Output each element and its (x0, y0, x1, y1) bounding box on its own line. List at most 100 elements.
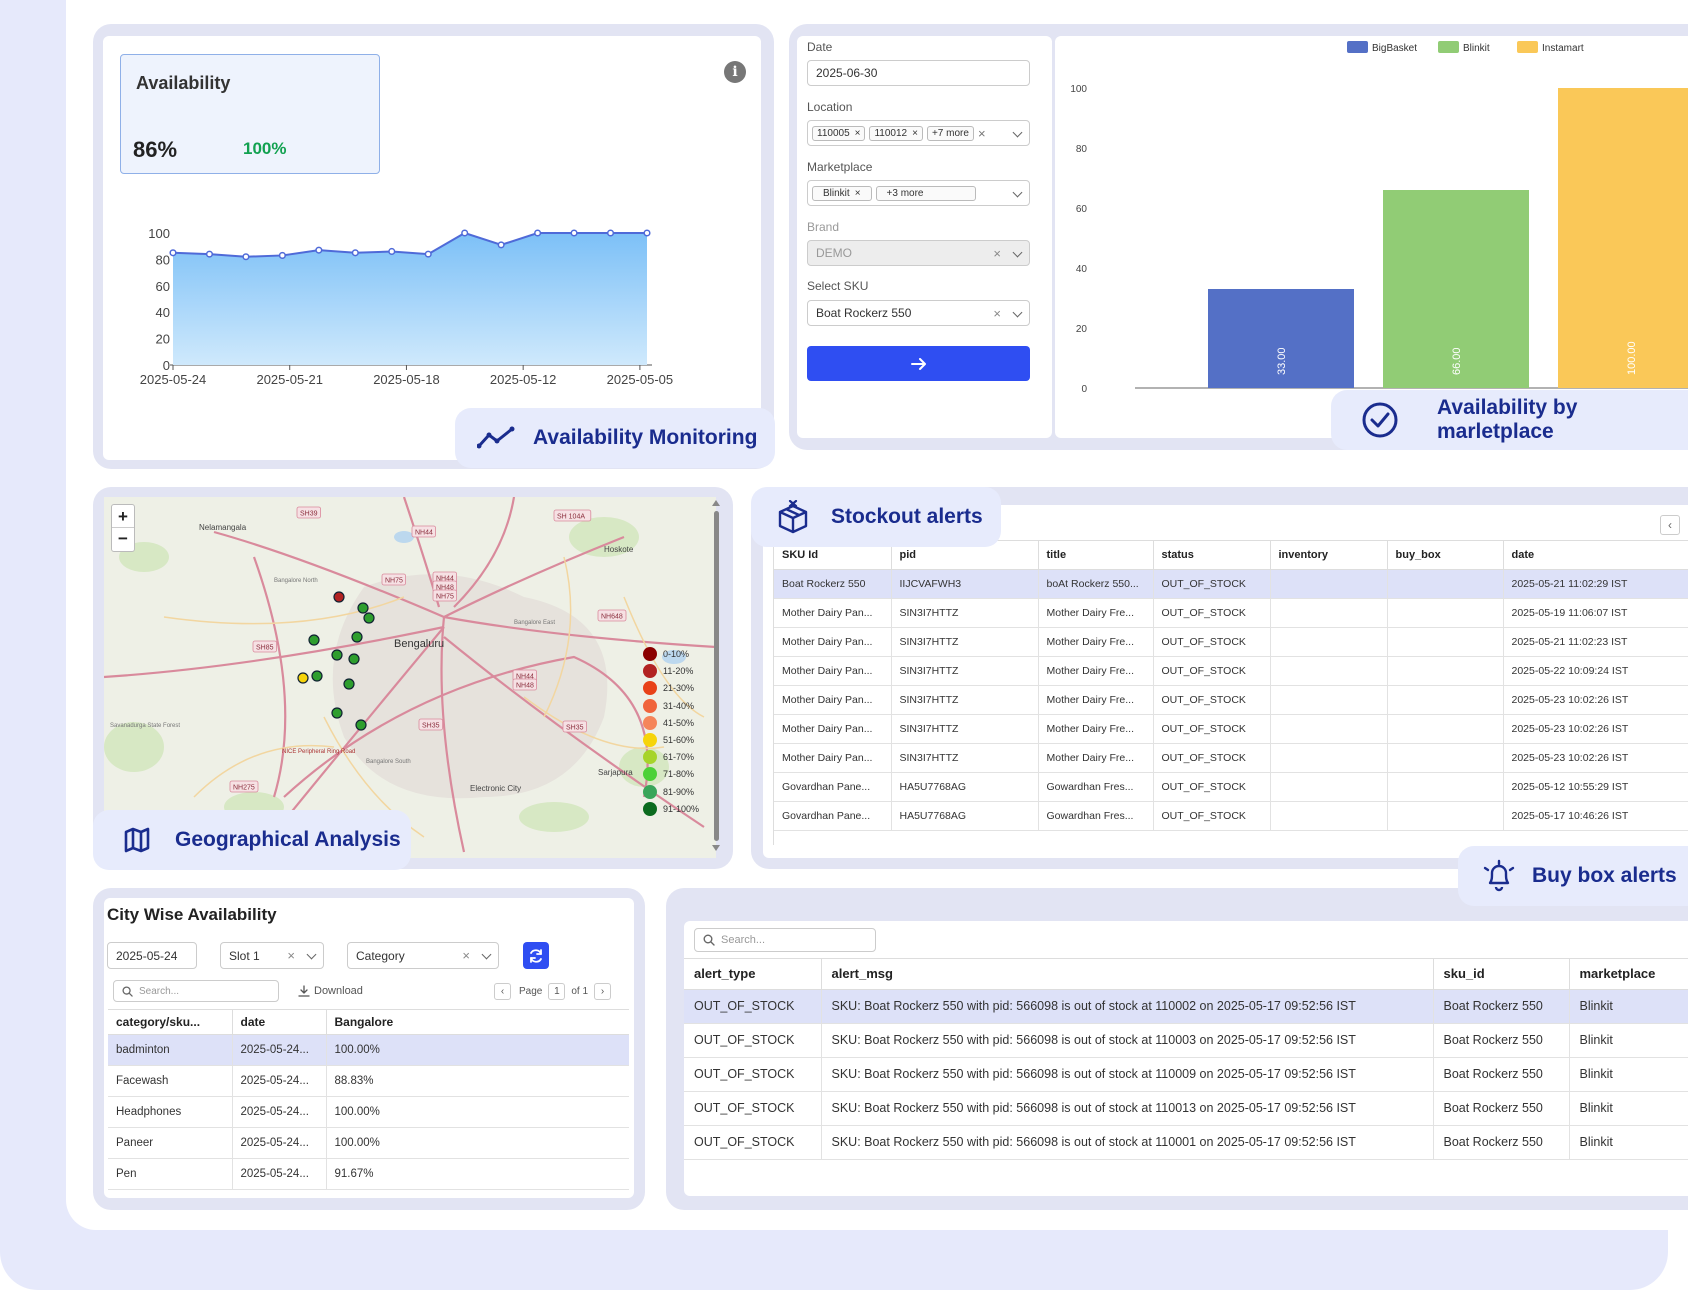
y-tick-label: 40 (1076, 264, 1088, 275)
category-select[interactable]: Category × (347, 942, 499, 969)
clear-icon[interactable]: × (462, 948, 470, 963)
column-header[interactable]: date (1503, 541, 1688, 570)
table-cell: 2025-05-23 10:02:26 IST (1503, 743, 1688, 773)
info-icon[interactable]: i (724, 61, 746, 83)
buybox-row[interactable]: OUT_OF_STOCK SKU: Boat Rockerz 550 with p… (684, 1057, 1688, 1092)
legend-dot (643, 750, 657, 765)
column-header[interactable]: alert_msg (821, 959, 1434, 990)
next-page-button[interactable]: › (594, 983, 612, 1000)
city-title: City Wise Availability (107, 905, 277, 924)
clear-icon[interactable]: × (993, 306, 1001, 321)
column-header[interactable]: date (232, 1010, 327, 1035)
table-cell: OUT_OF_STOCK (684, 1125, 822, 1160)
table-cell: 2025-05-22 10:09:24 IST (1503, 656, 1688, 686)
clear-icon[interactable]: × (993, 246, 1001, 261)
column-header[interactable]: category/sku... (108, 1010, 233, 1035)
scroll-down-icon[interactable] (712, 845, 720, 851)
column-header[interactable]: buy_box (1387, 541, 1504, 570)
stockout-row[interactable]: Boat Rockerz 550 IIJCVAFWH3 boAt Rockerz 5… (774, 569, 1688, 599)
legend-label: 61-70% (663, 752, 695, 763)
refresh-button[interactable] (523, 942, 549, 969)
submit-button[interactable] (807, 346, 1030, 381)
marketplace-select[interactable]: Blinkit × +3 more (807, 180, 1030, 206)
stockout-row[interactable]: Mother Dairy Pan... SIN3I7HTTZ Mother Dair… (774, 714, 1688, 744)
prev-page-button[interactable]: ‹ (494, 983, 511, 1000)
table-cell: 2025-05-24... (232, 1065, 327, 1097)
brand-select[interactable]: DEMO × (807, 240, 1030, 266)
table-cell: Boat Rockerz 550 (1433, 1023, 1570, 1058)
chip-remove-icon: × (912, 127, 918, 139)
city-date-input[interactable]: 2025-05-24 (107, 942, 197, 969)
clear-icon[interactable]: × (978, 126, 986, 141)
map-label: Nelamangala (199, 523, 247, 532)
download-icon (298, 985, 310, 997)
legend-label: 11-20% (663, 666, 694, 677)
marketplace-chip[interactable]: Blinkit × (812, 185, 872, 201)
buybox-row[interactable]: OUT_OF_STOCK SKU: Boat Rockerz 550 with p… (684, 1023, 1688, 1058)
scrollbar-thumb[interactable] (713, 511, 719, 841)
buybox-search-input[interactable]: Search... (694, 928, 876, 952)
map-canvas[interactable]: Bengaluru Nelamangala Hoskote Electronic Ci… (104, 497, 716, 858)
table-scroll-left-button[interactable]: ‹ (1660, 515, 1680, 535)
chevron-down-icon[interactable] (1012, 127, 1023, 138)
column-header[interactable]: status (1153, 541, 1271, 570)
chevron-down-icon[interactable] (306, 949, 317, 960)
stockout-row[interactable]: Mother Dairy Pan... SIN3I7HTTZ Mother Dair… (774, 598, 1688, 628)
download-button[interactable]: Download (298, 985, 363, 997)
data-point (606, 229, 615, 237)
stockout-row[interactable]: Govardhan Pane... HA5U7768AG Gowardhan Fre… (774, 801, 1688, 831)
chevron-down-icon[interactable] (1012, 307, 1023, 318)
map-view[interactable]: Bengaluru Nelamangala Hoskote Electronic Ci… (104, 497, 716, 858)
map-scrollbar[interactable] (712, 500, 720, 857)
column-header[interactable]: sku_id (1433, 959, 1570, 990)
sku-select[interactable]: Boat Rockerz 550 × (807, 300, 1030, 326)
scroll-up-icon[interactable] (712, 500, 720, 506)
zoom-out-button[interactable]: − (112, 528, 134, 551)
stockout-row[interactable]: Mother Dairy Pan... SIN3I7HTTZ Mother Dair… (774, 743, 1688, 773)
stockout-row[interactable]: Govardhan Pane... HA5U7768AG Gowardhan Fre… (774, 772, 1688, 802)
city-row[interactable]: Headphones 2025-05-24... 100.00% (108, 1096, 629, 1128)
stockout-row[interactable]: Mother Dairy Pan... SIN3I7HTTZ Mother Dair… (774, 656, 1688, 686)
date-input[interactable]: 2025-06-30 (807, 60, 1030, 86)
location-chip[interactable]: 110012 × (869, 125, 923, 141)
buybox-row[interactable]: OUT_OF_STOCK SKU: Boat Rockerz 550 with p… (684, 989, 1688, 1024)
table-cell: OUT_OF_STOCK (1153, 569, 1271, 599)
city-search-input[interactable]: Search... (113, 980, 279, 1002)
stockout-row[interactable]: Mother Dairy Pan... SIN3I7HTTZ Mother Dair… (774, 627, 1688, 657)
location-select[interactable]: 110005 × 110012 × +7 more × (807, 120, 1030, 146)
legend-label: 0-10% (663, 649, 690, 659)
column-header[interactable]: inventory (1270, 541, 1388, 570)
table-cell: HA5U7768AG (891, 772, 1039, 802)
slot-select[interactable]: Slot 1 × (220, 942, 324, 969)
zoom-in-button[interactable]: + (112, 505, 134, 528)
column-header[interactable]: marketplace (1569, 959, 1688, 990)
buybox-row[interactable]: OUT_OF_STOCK SKU: Boat Rockerz 550 with p… (684, 1125, 1688, 1160)
table-cell (1270, 598, 1388, 628)
clear-icon[interactable]: × (287, 948, 295, 963)
table-cell (1387, 656, 1504, 686)
city-row[interactable]: Paneer 2025-05-24... 100.00% (108, 1127, 629, 1159)
location-more-chip[interactable]: +7 more (926, 125, 974, 141)
buybox-tag: Buy box alerts (1458, 846, 1688, 906)
chevron-down-icon[interactable] (1012, 247, 1023, 258)
chevron-down-icon[interactable] (1012, 187, 1023, 198)
column-header[interactable]: Bangalore (326, 1010, 629, 1035)
map-label: NH75 (385, 578, 403, 585)
column-header[interactable]: title (1038, 541, 1154, 570)
column-header[interactable]: alert_type (684, 959, 822, 990)
date-label: Date (807, 40, 833, 54)
chevron-down-icon[interactable] (481, 949, 492, 960)
marketplace-more-chip[interactable]: +3 more (875, 185, 976, 201)
city-row[interactable]: Facewash 2025-05-24... 88.83% (108, 1065, 629, 1097)
city-row[interactable]: Pen 2025-05-24... 91.67% (108, 1158, 629, 1190)
buybox-row[interactable]: OUT_OF_STOCK SKU: Boat Rockerz 550 with p… (684, 1091, 1688, 1126)
table-cell: 2025-05-24... (232, 1158, 327, 1190)
map-label: Hoskote (604, 545, 634, 554)
chart-legend: BigBasket Blinkit Instamart (1347, 41, 1584, 54)
page-number-input[interactable]: 1 (548, 983, 566, 1000)
location-chip[interactable]: 110005 × (812, 125, 866, 141)
package-icon (778, 500, 808, 534)
table-cell: OUT_OF_STOCK (1153, 714, 1271, 744)
city-row[interactable]: badminton 2025-05-24... 100.00% (108, 1034, 629, 1066)
stockout-row[interactable]: Mother Dairy Pan... SIN3I7HTTZ Mother Dair… (774, 685, 1688, 715)
